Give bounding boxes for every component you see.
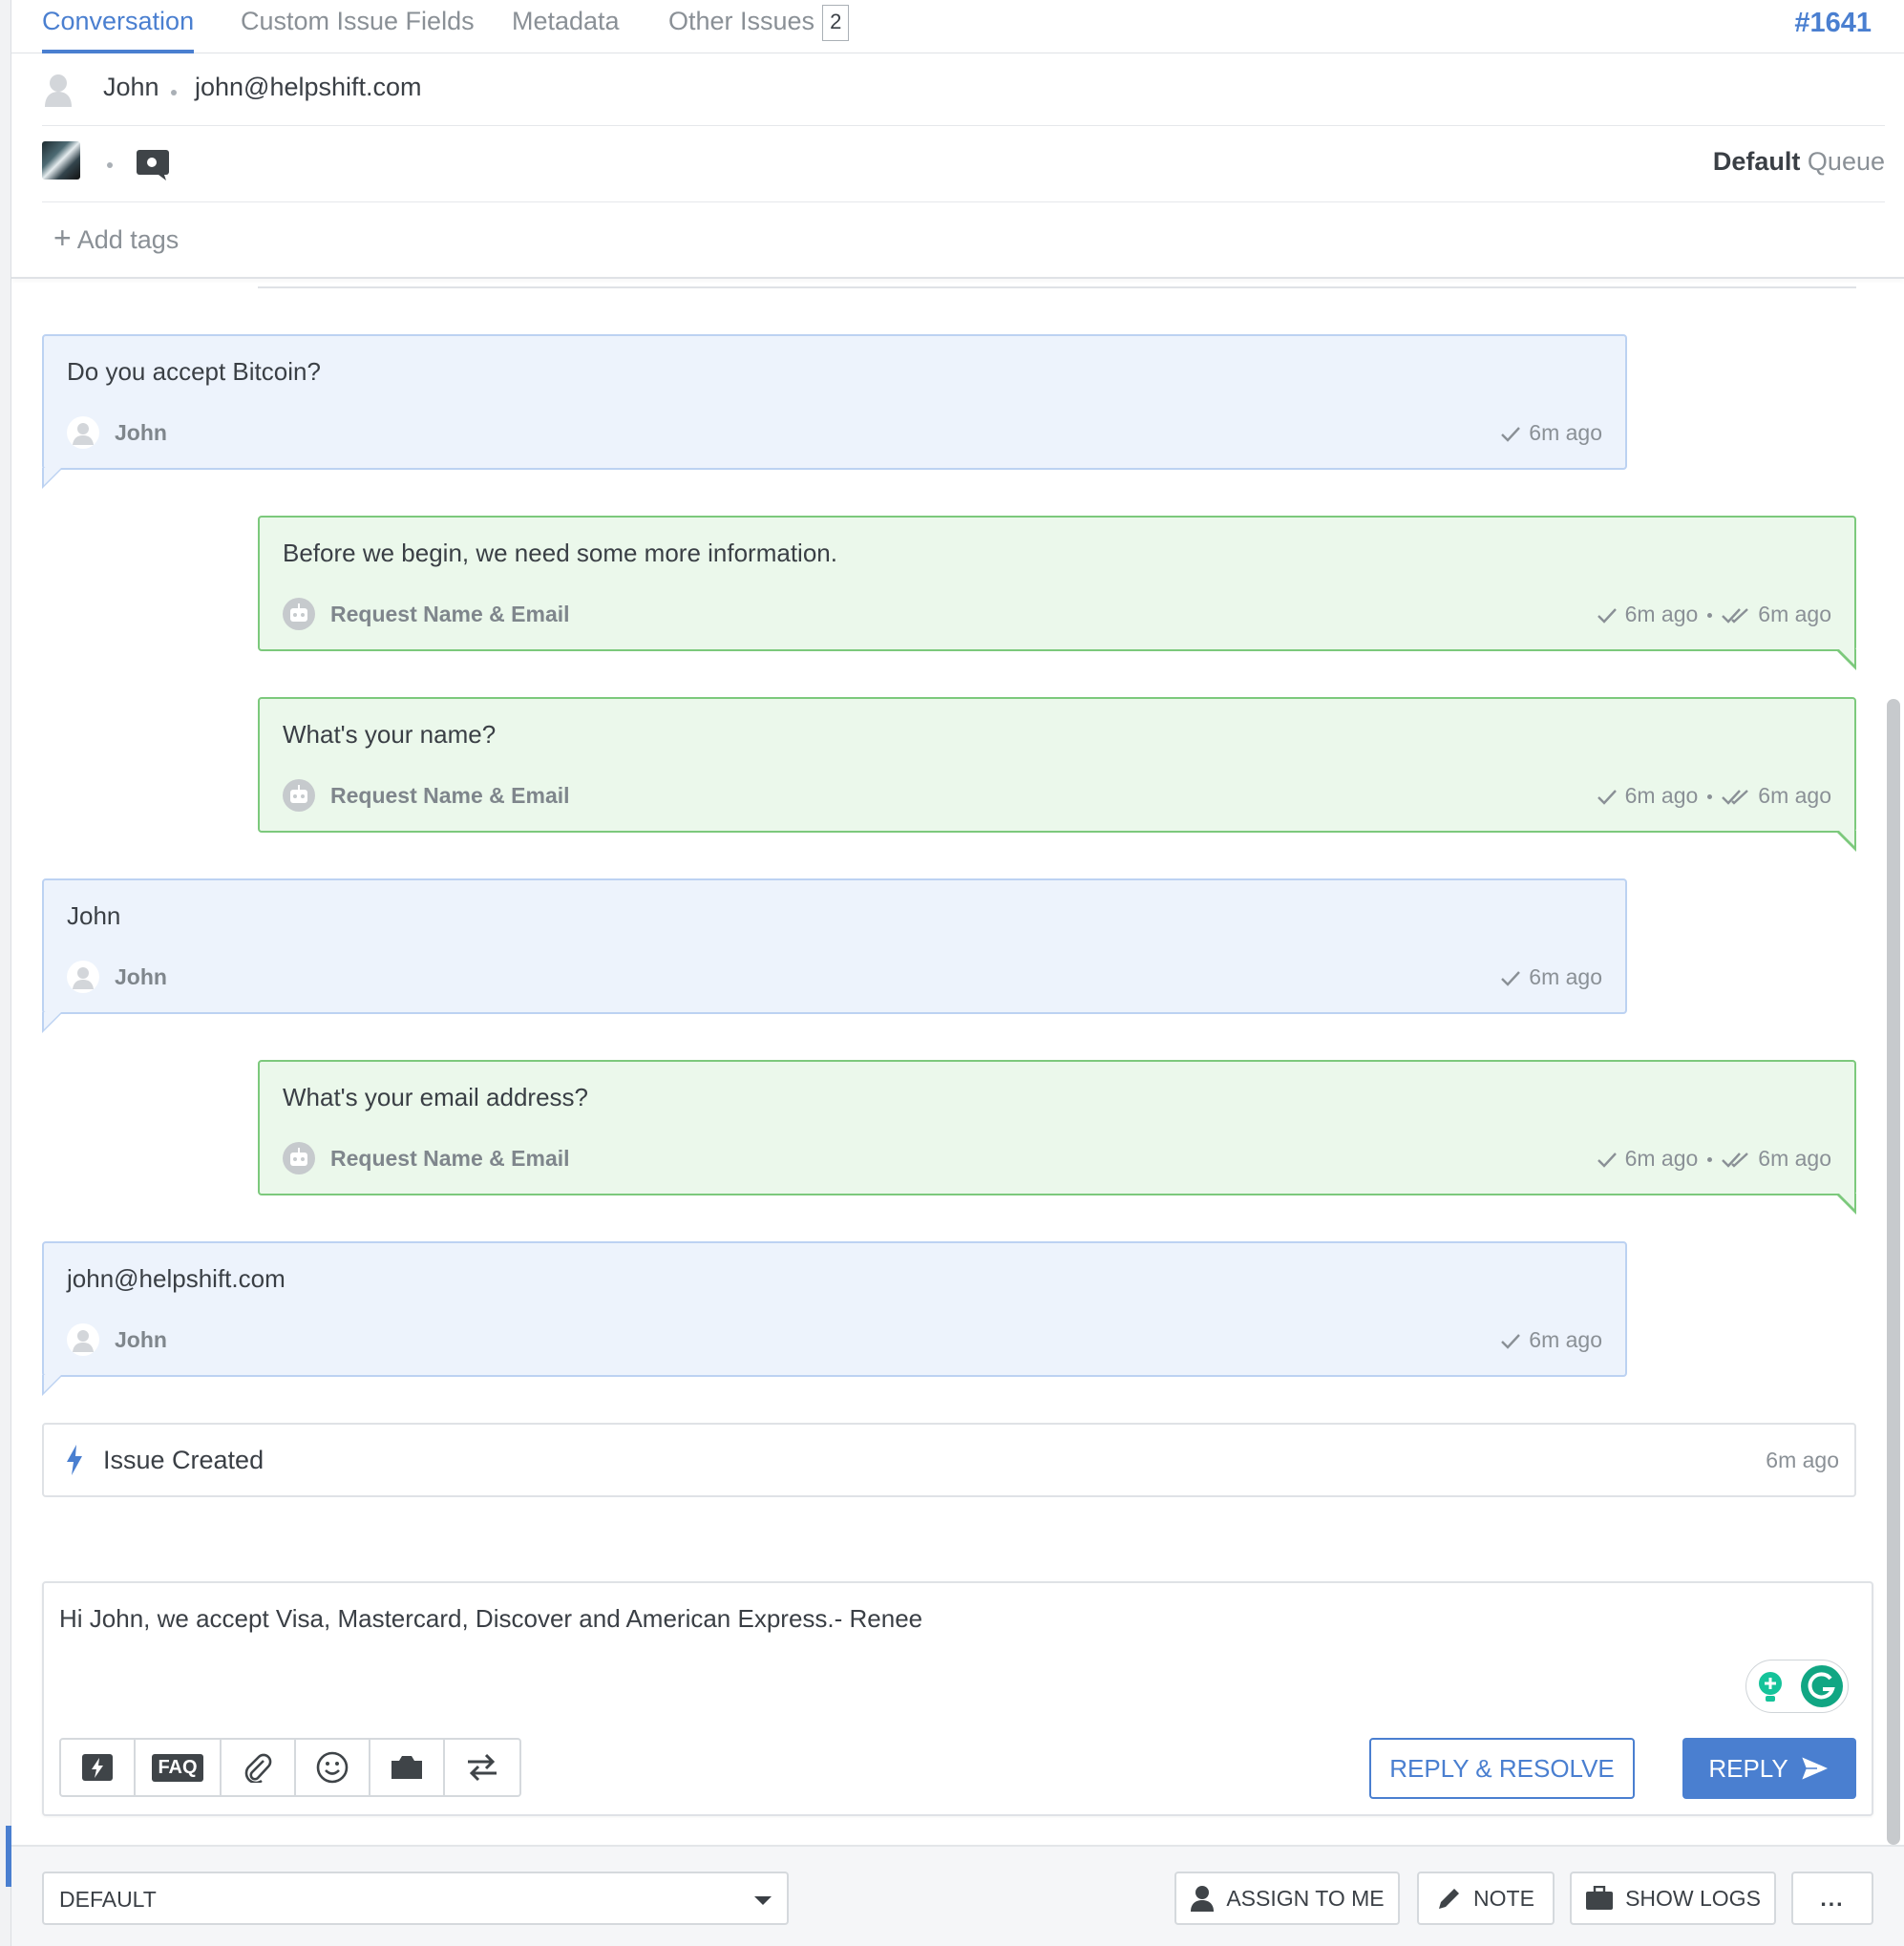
user-avatar-icon bbox=[67, 961, 99, 993]
tab-bar: Conversation Custom Issue Fields Metadat… bbox=[11, 0, 1904, 53]
plus-icon: + bbox=[53, 221, 72, 255]
message-user: John John 6m ago bbox=[42, 878, 1627, 1033]
bot-icon bbox=[283, 1142, 315, 1174]
scrollbar-thumb[interactable] bbox=[1887, 699, 1900, 1845]
other-issues-count-badge: 2 bbox=[822, 4, 850, 41]
queue-label: Default Queue bbox=[1712, 147, 1885, 176]
person-icon bbox=[1191, 1886, 1215, 1912]
separator-dot bbox=[171, 90, 177, 95]
check-icon bbox=[1597, 1153, 1617, 1168]
chat-bubble-icon bbox=[137, 150, 169, 180]
message-bot: What's your email address? Request Name … bbox=[258, 1060, 1856, 1215]
issue-created-event: Issue Created 6m ago bbox=[42, 1423, 1856, 1497]
briefcase-icon bbox=[1586, 1886, 1614, 1910]
lightbulb-icon bbox=[1759, 1672, 1782, 1702]
previous-message-edge bbox=[258, 279, 1856, 288]
message-timestamp: 6m ago bbox=[1500, 1327, 1602, 1353]
user-avatar-icon bbox=[67, 416, 99, 449]
scrollbar[interactable] bbox=[1883, 279, 1904, 1845]
send-icon bbox=[1799, 1755, 1830, 1782]
check-icon bbox=[1597, 608, 1617, 624]
message-user: Do you accept Bitcoin? John 6m ago bbox=[42, 334, 1627, 489]
check-icon bbox=[1501, 1334, 1521, 1349]
grammarly-widget[interactable] bbox=[1745, 1660, 1849, 1713]
left-rail bbox=[0, 0, 11, 1946]
user-name[interactable]: John bbox=[103, 73, 159, 102]
bot-icon bbox=[283, 598, 315, 630]
pencil-icon bbox=[1439, 1889, 1460, 1909]
app-thumbnail bbox=[42, 141, 80, 180]
user-email[interactable]: john@helpshift.com bbox=[195, 73, 422, 102]
chevron-down-icon bbox=[754, 1896, 772, 1905]
bot-icon bbox=[283, 779, 315, 812]
transfer-button[interactable] bbox=[445, 1740, 519, 1795]
message-bot: Before we begin, we need some more infor… bbox=[258, 516, 1856, 670]
message-status: 6m ago 6m ago bbox=[1597, 1146, 1831, 1172]
grammarly-icon bbox=[1801, 1665, 1843, 1707]
message-timestamp: 6m ago bbox=[1500, 964, 1602, 990]
check-icon bbox=[1501, 971, 1521, 986]
lightning-icon bbox=[82, 1754, 113, 1781]
check-icon bbox=[1501, 427, 1521, 442]
composer-toolbar: FAQ bbox=[59, 1738, 521, 1797]
double-check-icon bbox=[1722, 608, 1749, 624]
reply-textarea[interactable]: Hi John, we accept Visa, Mastercard, Dis… bbox=[59, 1604, 922, 1634]
tags-row: + Add tags bbox=[42, 202, 1885, 277]
smiley-icon bbox=[316, 1751, 349, 1784]
separator-dot bbox=[107, 162, 113, 168]
user-avatar-icon bbox=[67, 1323, 99, 1356]
tab-custom-issue-fields[interactable]: Custom Issue Fields bbox=[241, 4, 475, 53]
message-bot: What's your name? Request Name & Email 6… bbox=[258, 697, 1856, 852]
tab-metadata[interactable]: Metadata bbox=[512, 4, 620, 53]
user-avatar-icon bbox=[45, 74, 72, 107]
camera-icon bbox=[391, 1756, 422, 1779]
message-status: 6m ago 6m ago bbox=[1597, 783, 1831, 809]
lightning-icon bbox=[67, 1445, 82, 1475]
message-user: john@helpshift.com John 6m ago bbox=[42, 1241, 1627, 1396]
tab-other-issues[interactable]: Other Issues 2 bbox=[668, 4, 850, 53]
tab-conversation[interactable]: Conversation bbox=[42, 4, 195, 53]
screenshot-button[interactable] bbox=[370, 1740, 445, 1795]
swap-icon bbox=[468, 1753, 497, 1782]
more-options-button[interactable]: ... bbox=[1791, 1872, 1873, 1925]
faq-button[interactable]: FAQ bbox=[136, 1740, 222, 1795]
queue-select[interactable]: DEFAULT bbox=[42, 1872, 789, 1925]
reply-composer[interactable]: Hi John, we accept Visa, Mastercard, Dis… bbox=[42, 1581, 1873, 1816]
reply-button[interactable]: REPLY bbox=[1682, 1738, 1856, 1799]
attach-button[interactable] bbox=[222, 1740, 296, 1795]
check-icon bbox=[1597, 790, 1617, 805]
double-check-icon bbox=[1722, 1153, 1749, 1168]
user-info-row: John john@helpshift.com bbox=[42, 55, 1885, 126]
message-status: 6m ago 6m ago bbox=[1597, 602, 1831, 627]
note-button[interactable]: NOTE bbox=[1417, 1872, 1555, 1925]
faq-icon: FAQ bbox=[152, 1753, 203, 1782]
add-tags-button[interactable]: + Add tags bbox=[53, 222, 179, 255]
message-timestamp: 6m ago bbox=[1500, 420, 1602, 446]
issue-footer: DEFAULT ASSIGN TO ME NOTE SHOW LOGS ... bbox=[11, 1845, 1904, 1946]
quick-action-button[interactable] bbox=[61, 1740, 136, 1795]
double-check-icon bbox=[1722, 790, 1749, 805]
ellipsis-icon: ... bbox=[1820, 1885, 1845, 1911]
emoji-button[interactable] bbox=[296, 1740, 370, 1795]
show-logs-button[interactable]: SHOW LOGS bbox=[1570, 1872, 1776, 1925]
issue-panel: Conversation Custom Issue Fields Metadat… bbox=[11, 0, 1904, 1946]
assign-to-me-button[interactable]: ASSIGN TO ME bbox=[1174, 1872, 1400, 1925]
paperclip-icon bbox=[244, 1753, 272, 1783]
app-info-row: Default Queue bbox=[42, 126, 1885, 202]
issue-id: #1641 bbox=[1794, 8, 1872, 38]
reply-and-resolve-button[interactable]: REPLY & RESOLVE bbox=[1369, 1738, 1635, 1799]
